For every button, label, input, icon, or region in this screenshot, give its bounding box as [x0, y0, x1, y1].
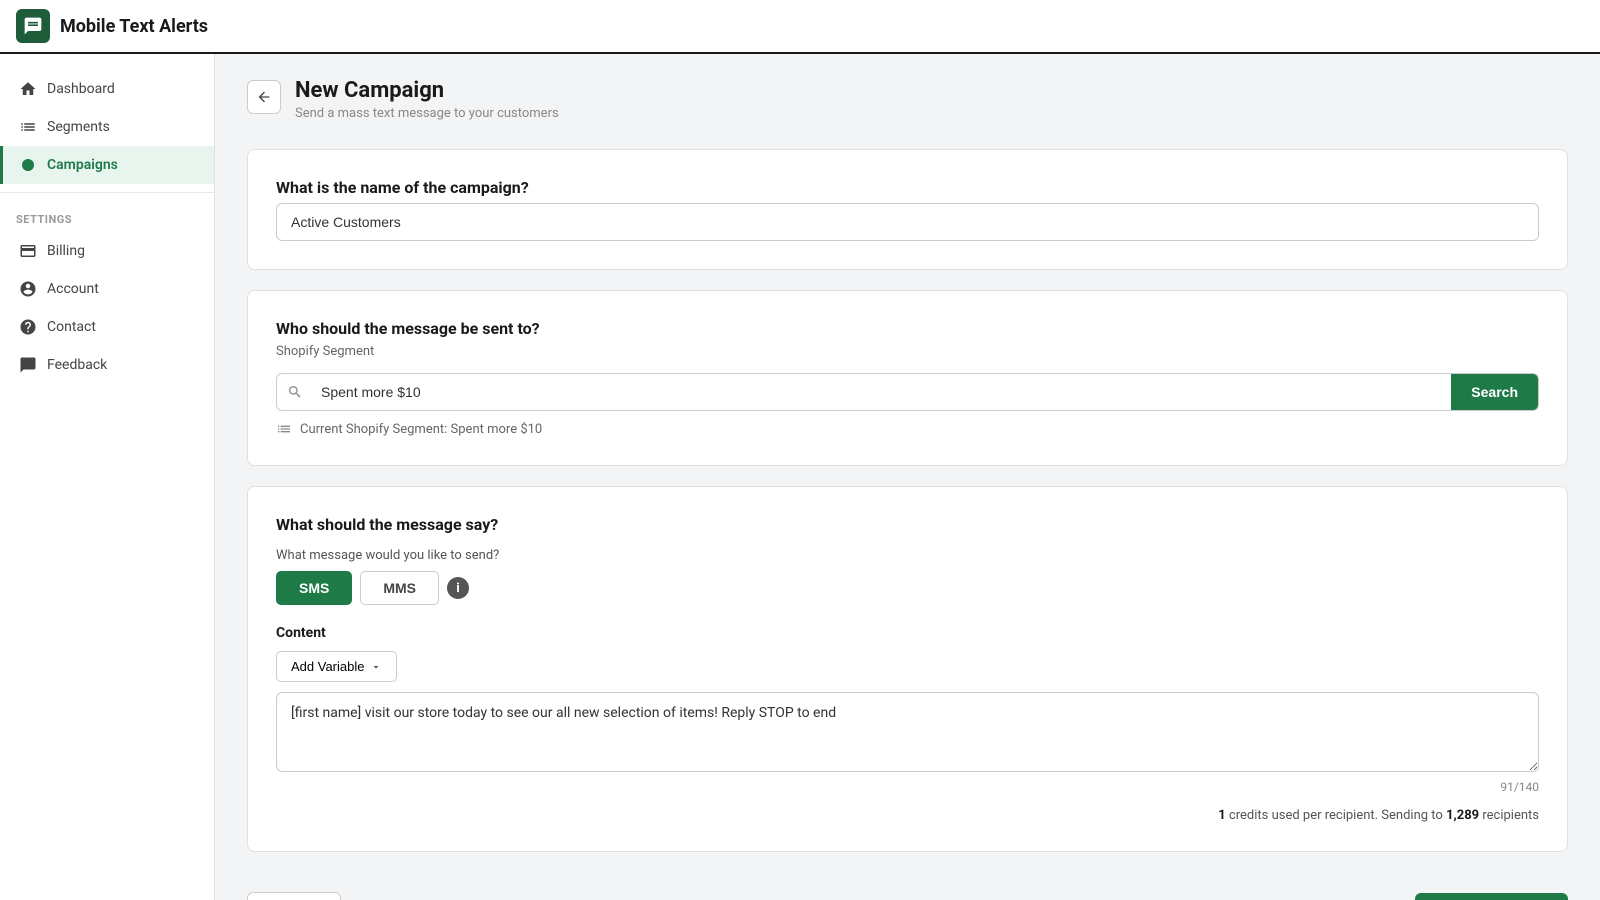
topbar: Mobile Text Alerts [0, 0, 1600, 54]
campaign-name-input[interactable] [276, 203, 1539, 241]
back-button[interactable] [247, 80, 281, 114]
info-icon[interactable]: i [447, 577, 469, 599]
message-type-row: SMS MMS i [276, 571, 1539, 605]
contact-icon [19, 318, 37, 336]
chevron-down-icon [370, 661, 382, 673]
current-segment-text: Current Shopify Segment: Spent more $10 [300, 422, 542, 437]
search-icon-wrap [277, 384, 313, 400]
sidebar-item-billing[interactable]: Billing [0, 232, 214, 270]
page-subtitle: Send a mass text message to your custome… [295, 106, 559, 121]
page-header: New Campaign Send a mass text message to… [247, 78, 1568, 121]
sidebar-label-feedback: Feedback [47, 357, 107, 373]
sidebar-label-contact: Contact [47, 319, 96, 335]
back-arrow-icon [256, 89, 272, 105]
segments-icon [19, 118, 37, 136]
main-content: New Campaign Send a mass text message to… [215, 54, 1600, 900]
app-title: Mobile Text Alerts [60, 16, 208, 37]
sidebar-label-segments: Segments [47, 119, 110, 135]
page-title: New Campaign [295, 78, 559, 103]
sidebar-label-dashboard: Dashboard [47, 81, 115, 97]
credits-info: 1 credits used per recipient. Sending to… [276, 808, 1539, 823]
credits-mid-text: credits used per recipient. Sending to [1229, 808, 1443, 823]
campaigns-icon [19, 156, 37, 174]
cancel-button[interactable]: Cancel [247, 892, 341, 900]
segment-search-input[interactable] [313, 374, 1451, 410]
sidebar-item-account[interactable]: Account [0, 270, 214, 308]
recipients-card: Who should the message be sent to? Shopi… [247, 290, 1568, 466]
segment-filter-icon [276, 421, 292, 437]
add-variable-button[interactable]: Add Variable [276, 651, 397, 682]
logo-svg [23, 16, 43, 36]
sidebar-item-dashboard[interactable]: Dashboard [0, 70, 214, 108]
message-textarea[interactable]: [first name] visit our store today to se… [276, 692, 1539, 772]
home-icon [19, 80, 37, 98]
credits-suffix-text: recipients [1482, 808, 1539, 823]
recipients-title: Who should the message be sent to? [276, 319, 1539, 338]
sidebar-label-campaigns: Campaigns [47, 157, 118, 173]
sidebar-item-campaigns[interactable]: Campaigns [0, 146, 214, 184]
bottom-actions: Cancel Send Message [247, 872, 1568, 900]
sidebar-label-account: Account [47, 281, 99, 297]
recipients-count: 1,289 [1446, 808, 1479, 823]
credits-number: 1 [1218, 808, 1225, 823]
settings-section-label: SETTINGS [0, 201, 214, 232]
sms-toggle-button[interactable]: SMS [276, 571, 352, 605]
mms-toggle-button[interactable]: MMS [360, 571, 439, 605]
sidebar-item-feedback[interactable]: Feedback [0, 346, 214, 384]
page-title-block: New Campaign Send a mass text message to… [295, 78, 559, 121]
sidebar-item-segments[interactable]: Segments [0, 108, 214, 146]
sidebar-item-contact[interactable]: Contact [0, 308, 214, 346]
feedback-icon [19, 356, 37, 374]
add-variable-label: Add Variable [291, 659, 364, 674]
search-icon [287, 384, 303, 400]
logo: Mobile Text Alerts [16, 9, 208, 43]
campaign-name-card: What is the name of the campaign? [247, 149, 1568, 270]
current-segment-display: Current Shopify Segment: Spent more $10 [276, 421, 1539, 437]
nav-divider [0, 192, 214, 193]
billing-icon [19, 242, 37, 260]
account-icon [19, 280, 37, 298]
char-count: 91/140 [276, 780, 1539, 794]
message-type-label: What message would you like to send? [276, 548, 1539, 563]
campaign-name-title: What is the name of the campaign? [276, 178, 1539, 197]
app-logo-icon [16, 9, 50, 43]
message-card: What should the message say? What messag… [247, 486, 1568, 852]
message-title: What should the message say? [276, 515, 1539, 534]
content-label: Content [276, 625, 1539, 641]
send-message-button[interactable]: Send Message [1415, 893, 1568, 900]
search-button[interactable]: Search [1451, 374, 1538, 410]
segment-label: Shopify Segment [276, 344, 1539, 359]
sidebar: Dashboard Segments Campaigns SETTINGS Bi… [0, 54, 215, 900]
sidebar-label-billing: Billing [47, 243, 85, 259]
segment-search-row: Search [276, 373, 1539, 411]
